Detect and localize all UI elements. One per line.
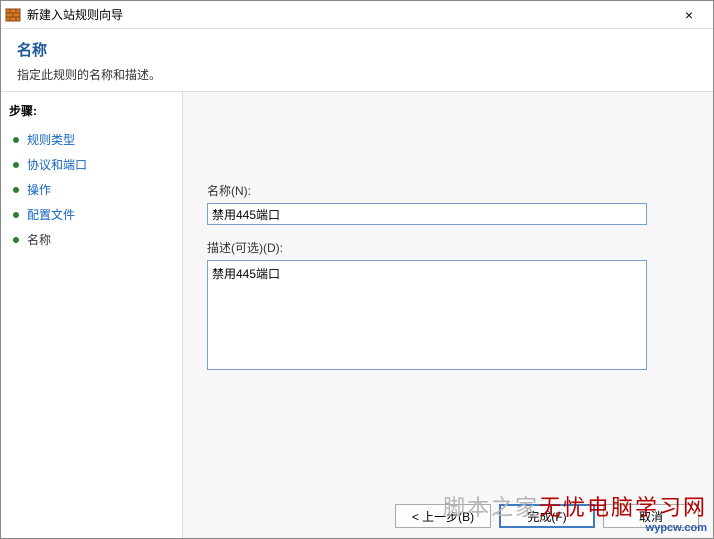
step-label: 配置文件 [27, 206, 75, 223]
titlebar: 新建入站规则向导 × [1, 1, 713, 29]
step-profile[interactable]: 配置文件 [9, 202, 174, 227]
page-title: 名称 [17, 39, 697, 60]
page-subtitle: 指定此规则的名称和描述。 [17, 66, 697, 83]
name-group: 名称(N): [207, 182, 689, 225]
finish-button[interactable]: 完成(F) [499, 504, 595, 528]
firewall-icon [5, 7, 21, 23]
steps-sidebar: 步骤: 规则类型 协议和端口 操作 配置文件 名称 [1, 92, 183, 538]
description-group: 描述(可选)(D): 禁用445端口 [207, 239, 689, 375]
step-action[interactable]: 操作 [9, 177, 174, 202]
close-button[interactable]: × [669, 7, 709, 23]
step-label: 规则类型 [27, 131, 75, 148]
step-rule-type[interactable]: 规则类型 [9, 127, 174, 152]
window-title: 新建入站规则向导 [27, 6, 669, 23]
bullet-icon [13, 237, 19, 243]
name-label: 名称(N): [207, 182, 689, 199]
bullet-icon [13, 162, 19, 168]
wizard-footer: < 上一步(B) 完成(F) 取消 [395, 504, 699, 528]
wizard-header: 名称 指定此规则的名称和描述。 [1, 29, 713, 92]
wizard-window: 新建入站规则向导 × 名称 指定此规则的名称和描述。 步骤: 规则类型 协议和端… [0, 0, 714, 539]
steps-heading: 步骤: [9, 102, 174, 119]
description-textarea[interactable]: 禁用445端口 [207, 260, 647, 370]
step-label: 协议和端口 [27, 156, 87, 173]
bullet-icon [13, 187, 19, 193]
description-label: 描述(可选)(D): [207, 239, 689, 256]
name-input[interactable] [207, 203, 647, 225]
wizard-body: 步骤: 规则类型 协议和端口 操作 配置文件 名称 [1, 92, 713, 538]
cancel-button[interactable]: 取消 [603, 504, 699, 528]
step-label: 名称 [27, 231, 51, 248]
step-protocol-port[interactable]: 协议和端口 [9, 152, 174, 177]
main-panel: 名称(N): 描述(可选)(D): 禁用445端口 < 上一步(B) 完成(F)… [183, 92, 713, 538]
back-button[interactable]: < 上一步(B) [395, 504, 491, 528]
step-label: 操作 [27, 181, 51, 198]
step-name[interactable]: 名称 [9, 227, 174, 252]
bullet-icon [13, 137, 19, 143]
bullet-icon [13, 212, 19, 218]
